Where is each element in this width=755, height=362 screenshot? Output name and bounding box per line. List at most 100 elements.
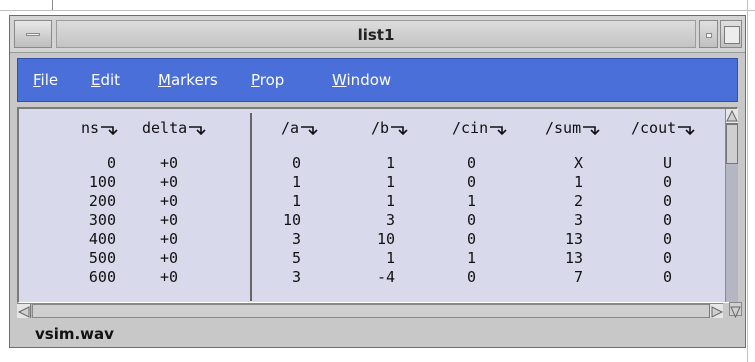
list-cell[interactable]: +0 bbox=[160, 154, 178, 173]
list-cell[interactable]: 1 bbox=[467, 192, 476, 211]
menu-markers[interactable]: Markers bbox=[158, 59, 218, 101]
list-cell[interactable]: +0 bbox=[160, 192, 178, 211]
list-cell[interactable]: 0 bbox=[89, 154, 116, 173]
list-cell[interactable]: 0 bbox=[663, 192, 672, 211]
list-content[interactable]: ns delta /a /b /cin /sum /cout 0 100 200 30… bbox=[17, 107, 738, 303]
list-cell[interactable]: +0 bbox=[160, 268, 178, 287]
list-cell[interactable]: 3 bbox=[283, 268, 301, 287]
list-cell[interactable]: 0 bbox=[467, 211, 476, 230]
menu-label: dit bbox=[100, 71, 121, 89]
list-cell[interactable]: 0 bbox=[467, 230, 476, 249]
list-cell[interactable]: 200 bbox=[89, 192, 116, 211]
list-cell[interactable]: 1 bbox=[283, 192, 301, 211]
list-cell[interactable]: -4 bbox=[377, 268, 395, 287]
maximize-button[interactable] bbox=[720, 20, 742, 48]
scroll-down-icon bbox=[730, 306, 741, 319]
list-cell[interactable]: 600 bbox=[89, 268, 116, 287]
scroll-up-arrow[interactable] bbox=[726, 109, 738, 124]
list-cell[interactable]: 0 bbox=[663, 230, 672, 249]
menu-label: arkers bbox=[170, 71, 218, 89]
list-cell[interactable]: 3 bbox=[283, 230, 301, 249]
list-cell[interactable]: 0 bbox=[663, 211, 672, 230]
list-cell[interactable]: 1 bbox=[377, 154, 395, 173]
list-cell[interactable]: 0 bbox=[467, 154, 476, 173]
background-line bbox=[747, 0, 748, 362]
list-cell[interactable]: +0 bbox=[160, 249, 178, 268]
list-cell[interactable]: 500 bbox=[89, 249, 116, 268]
scroll-left-arrow[interactable] bbox=[17, 304, 31, 318]
list-cell[interactable]: 0 bbox=[663, 268, 672, 287]
list-cell[interactable]: 2 bbox=[565, 192, 583, 211]
menu-label: indow bbox=[346, 71, 392, 89]
list-cell[interactable]: 1 bbox=[377, 249, 395, 268]
column-header-ns[interactable]: ns bbox=[81, 119, 119, 137]
list-cell[interactable]: 10 bbox=[377, 230, 395, 249]
column-header-b[interactable]: /b bbox=[371, 119, 409, 137]
column-divider[interactable] bbox=[250, 113, 252, 301]
maximize-icon bbox=[724, 26, 740, 44]
sort-arrow-icon bbox=[101, 126, 118, 135]
list-cell[interactable]: 400 bbox=[89, 230, 116, 249]
list-cell[interactable]: 0 bbox=[467, 173, 476, 192]
list-cell[interactable]: 1 bbox=[467, 249, 476, 268]
vertical-scrollbar[interactable] bbox=[725, 109, 738, 302]
title-bar[interactable]: list1 bbox=[10, 16, 745, 53]
menu-bar: File Edit Markers Prop Window bbox=[17, 58, 738, 102]
column-values-ns: 0 100 200 300 400 500 600 bbox=[89, 154, 116, 287]
column-values-b: 1 1 1 3 10 1 -4 bbox=[377, 154, 395, 287]
list-cell[interactable]: 1 bbox=[377, 192, 395, 211]
list-cell[interactable]: 5 bbox=[283, 249, 301, 268]
menu-file[interactable]: File bbox=[33, 59, 58, 101]
menu-window[interactable]: Window bbox=[332, 59, 391, 101]
column-header-delta[interactable]: delta bbox=[142, 119, 207, 137]
menu-label: rop bbox=[259, 71, 285, 89]
list-cell[interactable]: 7 bbox=[565, 268, 583, 287]
list-cell[interactable]: 10 bbox=[283, 211, 301, 230]
list-cell[interactable]: X bbox=[565, 154, 583, 173]
list-cell[interactable]: 3 bbox=[377, 211, 395, 230]
list-cell[interactable]: 0 bbox=[283, 154, 301, 173]
list-cell[interactable]: 0 bbox=[467, 268, 476, 287]
column-header-label: /a bbox=[281, 119, 300, 137]
list-cell[interactable]: 0 bbox=[663, 173, 672, 192]
list-cell[interactable]: 0 bbox=[663, 249, 672, 268]
list-cell[interactable]: 13 bbox=[565, 230, 583, 249]
column-header-a[interactable]: /a bbox=[281, 119, 319, 137]
minimize-icon bbox=[706, 33, 712, 38]
list-cell[interactable]: +0 bbox=[160, 230, 178, 249]
list-cell[interactable]: +0 bbox=[160, 173, 178, 192]
menu-mnemonic: P bbox=[251, 71, 260, 89]
column-header-label: delta bbox=[142, 119, 188, 137]
column-header-cin[interactable]: /cin bbox=[452, 119, 508, 137]
column-header-sum[interactable]: /sum bbox=[545, 119, 601, 137]
list-cell[interactable]: 1 bbox=[565, 173, 583, 192]
horizontal-scroll-thumb[interactable] bbox=[32, 304, 712, 318]
scroll-down-arrow[interactable] bbox=[729, 302, 742, 319]
horizontal-scrollbar[interactable] bbox=[17, 303, 724, 318]
list-cell[interactable]: 3 bbox=[565, 211, 583, 230]
list-cell[interactable]: 300 bbox=[89, 211, 116, 230]
list-cell[interactable]: 1 bbox=[377, 173, 395, 192]
menu-mnemonic: M bbox=[158, 71, 171, 89]
column-values-cin: 0010010 bbox=[467, 154, 476, 287]
column-header-cout[interactable]: /cout bbox=[631, 119, 696, 137]
minimize-button[interactable] bbox=[699, 20, 718, 48]
status-bar: vsim.wav bbox=[17, 321, 738, 347]
list-cell[interactable]: 100 bbox=[89, 173, 116, 192]
menu-mnemonic: F bbox=[33, 71, 41, 89]
window-menu-button[interactable] bbox=[14, 20, 52, 48]
column-header-label: /b bbox=[371, 119, 390, 137]
list-cell[interactable]: U bbox=[663, 154, 672, 173]
column-header-label: ns bbox=[81, 119, 100, 137]
scroll-right-arrow[interactable] bbox=[709, 304, 724, 318]
sort-arrow-icon bbox=[391, 126, 408, 135]
menu-edit[interactable]: Edit bbox=[91, 59, 120, 101]
scroll-left-icon bbox=[17, 306, 30, 318]
window-title[interactable]: list1 bbox=[56, 20, 696, 48]
list-cell[interactable]: +0 bbox=[160, 211, 178, 230]
vertical-scroll-thumb[interactable] bbox=[726, 124, 738, 164]
list-window: list1 File Edit Markers Prop Window ns d… bbox=[9, 15, 746, 348]
menu-prop[interactable]: Prop bbox=[251, 59, 284, 101]
list-cell[interactable]: 1 bbox=[283, 173, 301, 192]
list-cell[interactable]: 13 bbox=[565, 249, 583, 268]
